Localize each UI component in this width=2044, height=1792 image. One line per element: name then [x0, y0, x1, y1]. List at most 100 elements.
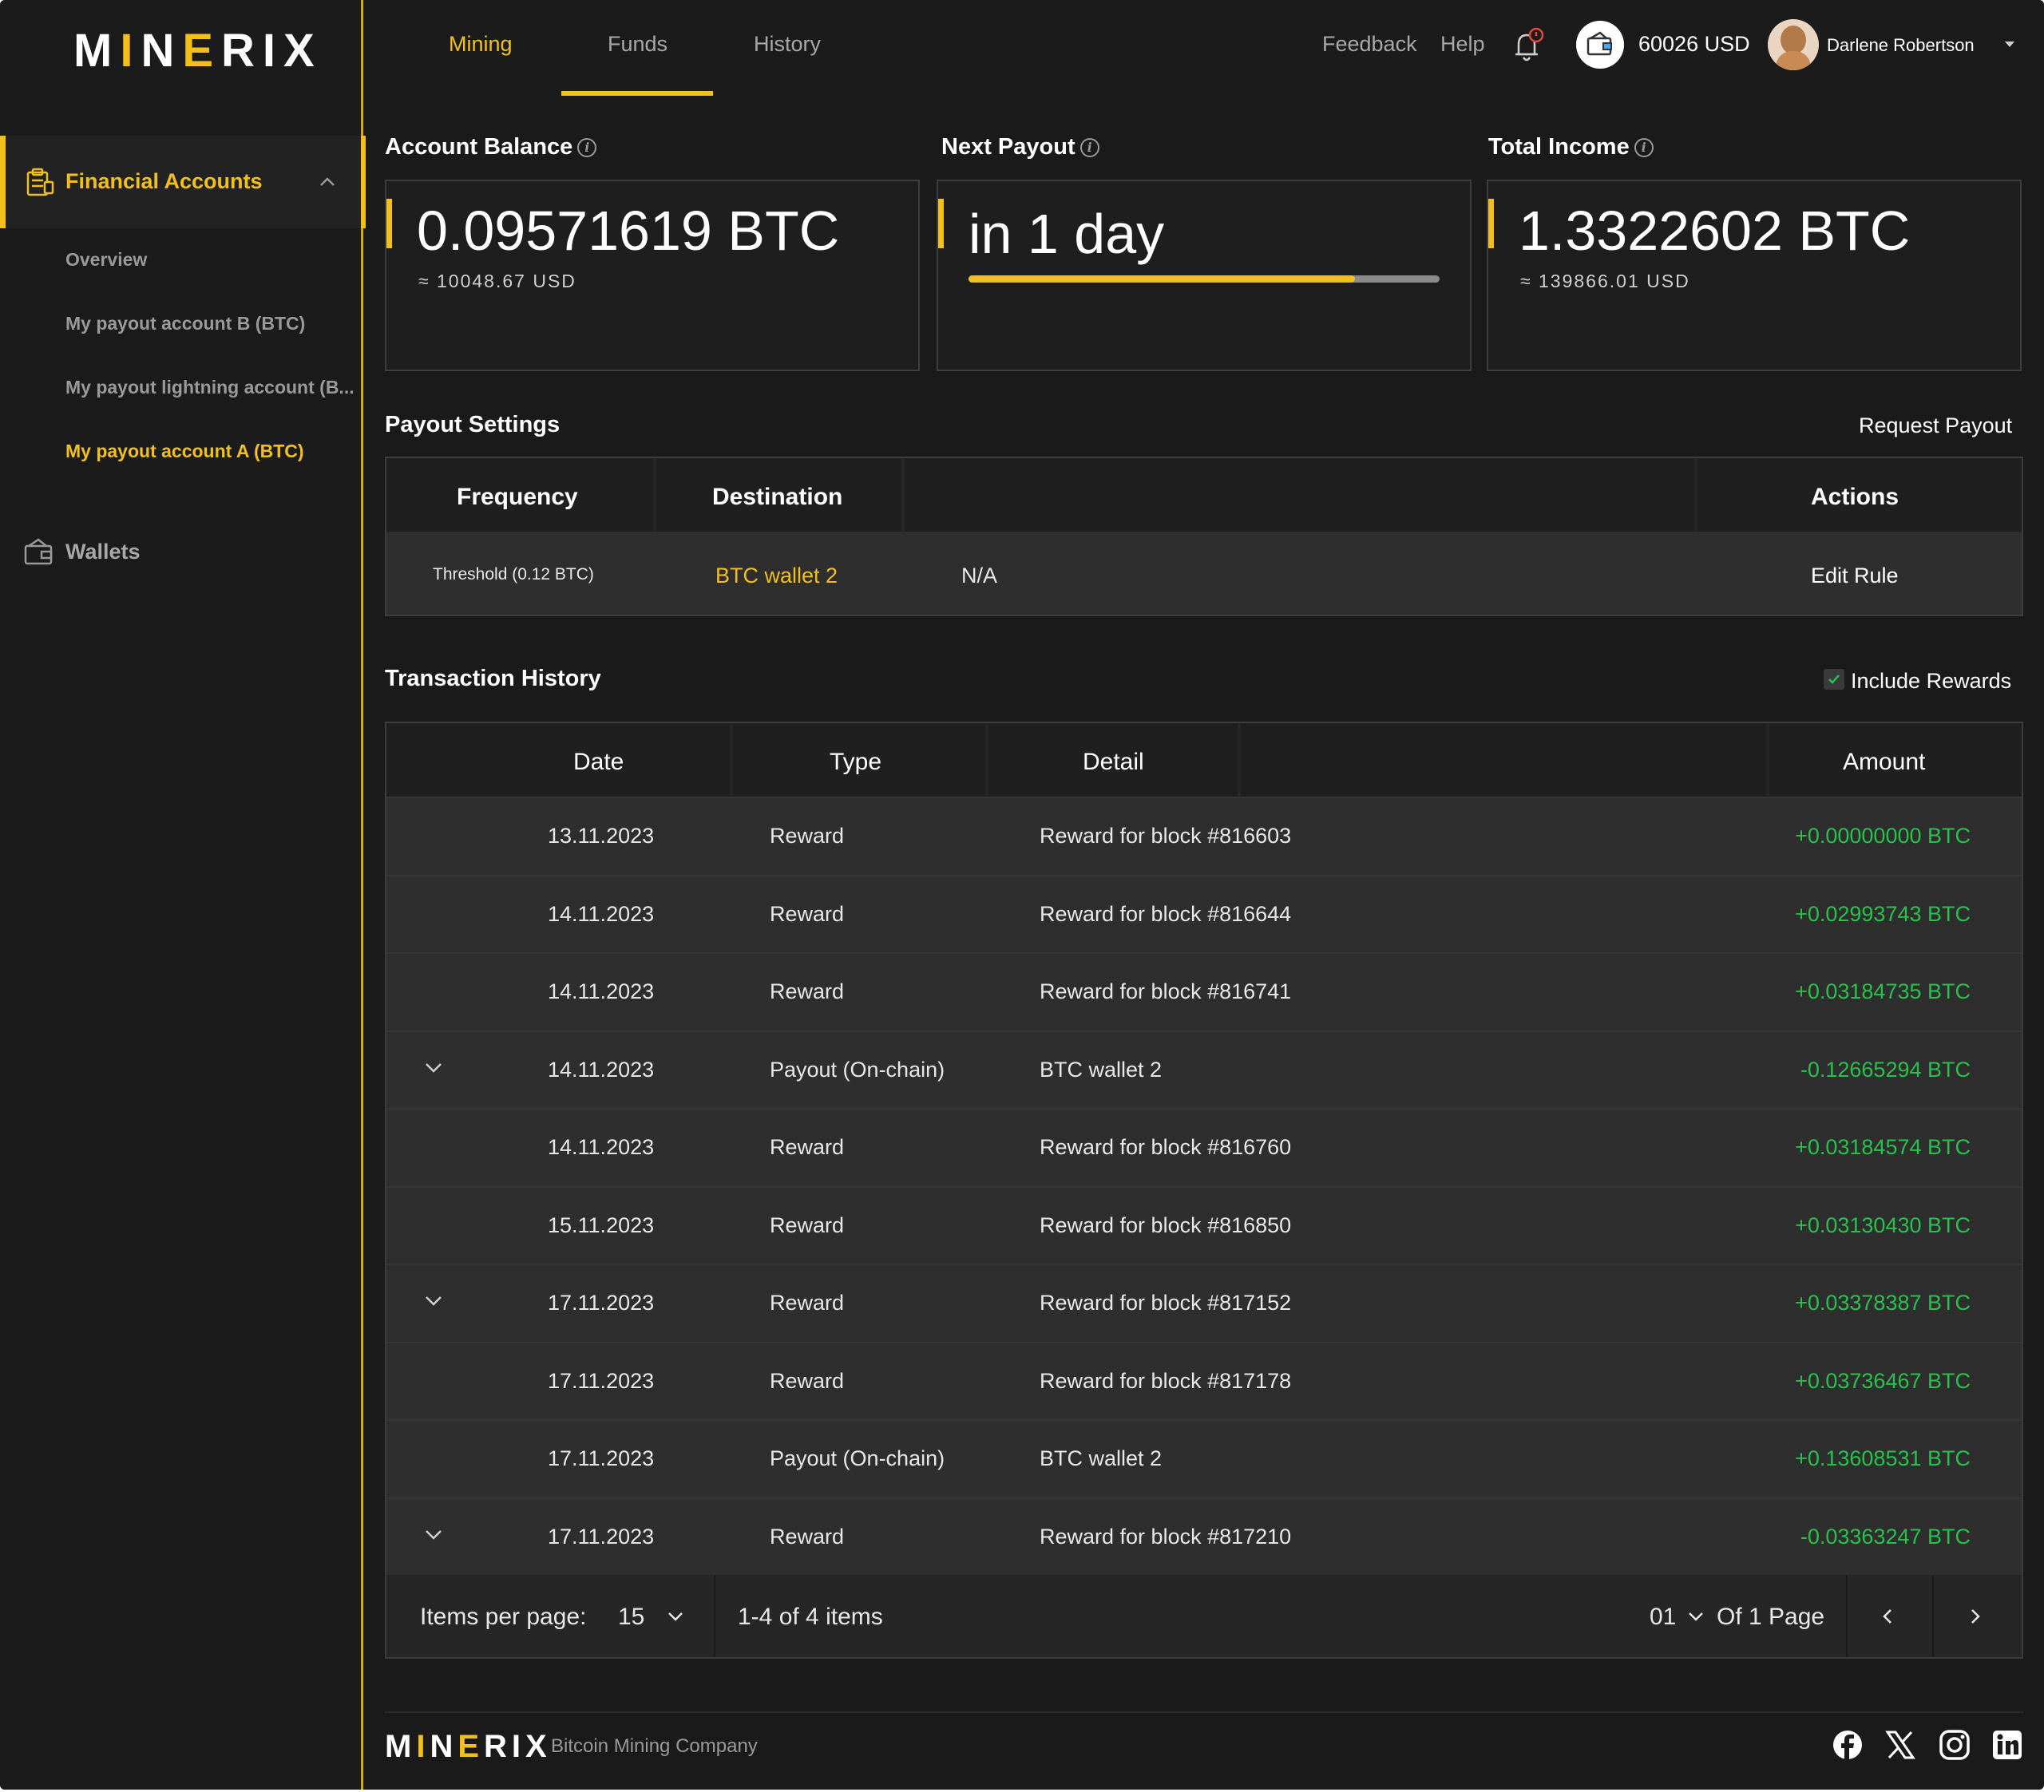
request-payout-button[interactable]: Request Payout — [1859, 413, 2012, 438]
tx-amount: +0.13608531 BTC — [1795, 1446, 1971, 1470]
help-link[interactable]: Help — [1440, 32, 1485, 57]
tx-detail: Reward for block #817210 — [1040, 1524, 1292, 1549]
table-row: 17.11.2023 Payout (On-chain) BTC wallet 2 +… — [386, 1419, 2022, 1497]
tx-type: Reward — [770, 1212, 845, 1237]
instagram-icon[interactable] — [1939, 1729, 1971, 1761]
tx-type: Payout (On-chain) — [770, 1057, 945, 1082]
account-balance-value: 0.09571619 BTC — [417, 200, 840, 262]
next-payout-title: Next Payout i — [941, 134, 1099, 160]
total-income-card: 1.3322602 BTC ≈ 139866.01 USD — [1487, 180, 2022, 371]
col-destination: Destination — [712, 484, 843, 510]
tx-detail: BTC wallet 2 — [1040, 1446, 1163, 1470]
tx-detail: Reward for block #817178 — [1040, 1368, 1292, 1393]
sidebar-item-payout-account-b[interactable]: My payout account B (BTC) — [65, 313, 305, 334]
total-income-usd: ≈ 139866.01 USD — [1520, 271, 1690, 291]
footer-divider — [385, 1711, 2023, 1713]
total-income-title: Total Income i — [1488, 134, 1654, 160]
col-amount: Amount — [1843, 749, 1926, 775]
payout-settings-table: Frequency Destination Actions Threshold … — [385, 457, 2023, 616]
caret-down-icon[interactable] — [2002, 38, 2017, 49]
facebook-icon[interactable] — [1832, 1729, 1864, 1761]
table-row: 13.11.2023 Reward Reward for block #816603… — [386, 797, 2022, 874]
next-page-icon[interactable] — [1966, 1607, 1985, 1626]
logo[interactable]: MINERIX — [73, 24, 323, 77]
chevron-up-icon[interactable] — [318, 172, 337, 192]
tab-mining[interactable]: Mining — [449, 32, 513, 57]
transaction-history-title: Transaction History — [385, 666, 601, 691]
items-per-page-label: Items per page: — [420, 1604, 587, 1630]
page-total: Of 1 Page — [1717, 1604, 1825, 1630]
tx-amount: -0.03363247 BTC — [1800, 1524, 1971, 1549]
footer-tagline: Bitcoin Mining Company — [551, 1735, 758, 1757]
top-nav: Mining Funds History Feedback Help 60026… — [366, 0, 2044, 96]
x-twitter-icon[interactable] — [1884, 1729, 1916, 1761]
tx-detail: Reward for block #816760 — [1040, 1135, 1292, 1159]
include-rewards-checkbox[interactable] — [1824, 669, 1844, 690]
feedback-link[interactable]: Feedback — [1322, 32, 1417, 57]
chevron-down-icon[interactable] — [1686, 1607, 1705, 1626]
tx-amount: +0.03736467 BTC — [1795, 1368, 1971, 1393]
info-icon[interactable]: i — [1634, 138, 1654, 158]
prev-page-icon[interactable] — [1878, 1607, 1897, 1626]
edit-rule-button[interactable]: Edit Rule — [1811, 564, 1899, 588]
tx-date: 17.11.2023 — [548, 1524, 655, 1549]
include-rewards-label[interactable]: Include Rewards — [1851, 669, 2011, 694]
table-row[interactable]: 14.11.2023 Payout (On-chain) BTC wallet 2 -… — [386, 1030, 2022, 1108]
tab-funds[interactable]: Funds — [608, 32, 667, 57]
page-select[interactable]: 01 — [1650, 1604, 1676, 1631]
bell-icon[interactable] — [1511, 27, 1546, 65]
tx-date: 14.11.2023 — [548, 979, 655, 1003]
tx-type: Reward — [770, 1135, 845, 1159]
transaction-table: Date Type Detail Amount 13.11.2023 Reward… — [385, 722, 2023, 1659]
chevron-down-icon[interactable] — [422, 1056, 446, 1080]
info-icon[interactable]: i — [577, 138, 597, 158]
footer-logo[interactable]: MINERIX — [385, 1729, 552, 1765]
briefcase-icon — [26, 168, 54, 196]
total-income-value: 1.3322602 BTC — [1519, 200, 1911, 262]
tx-date: 17.11.2023 — [548, 1368, 655, 1393]
table-row: 15.11.2023 Reward Reward for block #816850… — [386, 1185, 2022, 1264]
tx-amount: +0.03130430 BTC — [1795, 1212, 1971, 1237]
tx-type: Reward — [770, 1524, 845, 1549]
sidebar: MINERIX Financial Accounts Overview My p… — [0, 0, 366, 1790]
tx-detail: Reward for block #816603 — [1040, 824, 1292, 848]
pagination-bar: Items per page: 15 1-4 of 4 items 01 Of … — [386, 1575, 2022, 1657]
tx-date: 14.11.2023 — [548, 901, 655, 926]
payout-settings-title: Payout Settings — [385, 412, 561, 437]
avatar[interactable] — [1768, 19, 1819, 70]
balance-usd: 60026 USD — [1638, 32, 1750, 56]
active-tab-indicator — [561, 91, 713, 96]
tx-date: 13.11.2023 — [548, 824, 655, 848]
tx-detail: Reward for block #816741 — [1040, 979, 1292, 1003]
tx-detail: Reward for block #816644 — [1040, 901, 1292, 926]
table-row[interactable]: 17.11.2023 Reward Reward for block #817210… — [386, 1497, 2022, 1575]
sidebar-item-payout-account-a[interactable]: My payout account A (BTC) — [65, 441, 304, 462]
payout-destination-link[interactable]: BTC wallet 2 — [715, 564, 838, 588]
info-icon[interactable]: i — [1079, 138, 1099, 158]
user-name[interactable]: Darlene Robertson — [1827, 35, 1975, 56]
wallet-balance-icon[interactable] — [1576, 21, 1624, 69]
tab-history[interactable]: History — [754, 32, 821, 57]
tx-detail: Reward for block #816850 — [1040, 1212, 1292, 1237]
sidebar-item-payout-lightning[interactable]: My payout lightning account (B... — [65, 377, 355, 398]
tx-date: 17.11.2023 — [548, 1446, 655, 1470]
linkedin-icon[interactable] — [1991, 1729, 2023, 1761]
tx-date: 14.11.2023 — [548, 1135, 655, 1159]
chevron-down-icon[interactable] — [422, 1289, 446, 1313]
table-row[interactable]: 17.11.2023 Reward Reward for block #817152… — [386, 1264, 2022, 1341]
items-per-page-select[interactable]: 15 — [618, 1604, 644, 1631]
table-row: 17.11.2023 Reward Reward for block #817178… — [386, 1341, 2022, 1419]
sidebar-item-wallets[interactable]: Wallets — [65, 540, 141, 564]
payout-progress-bar — [969, 275, 1440, 283]
tx-detail: Reward for block #817152 — [1040, 1291, 1292, 1315]
chevron-down-icon[interactable] — [422, 1523, 446, 1547]
tx-date: 17.11.2023 — [548, 1291, 655, 1315]
table-row: 14.11.2023 Reward Reward for block #816644… — [386, 874, 2022, 952]
tx-type: Payout (On-chain) — [770, 1446, 945, 1470]
account-balance-title: Account Balance i — [385, 134, 597, 160]
sidebar-item-overview[interactable]: Overview — [65, 249, 147, 271]
chevron-down-icon[interactable] — [666, 1607, 685, 1626]
sidebar-section-financial-accounts[interactable]: Financial Accounts — [0, 136, 366, 228]
tx-amount: +0.00000000 BTC — [1795, 824, 1971, 848]
tx-type: Reward — [770, 1368, 845, 1393]
